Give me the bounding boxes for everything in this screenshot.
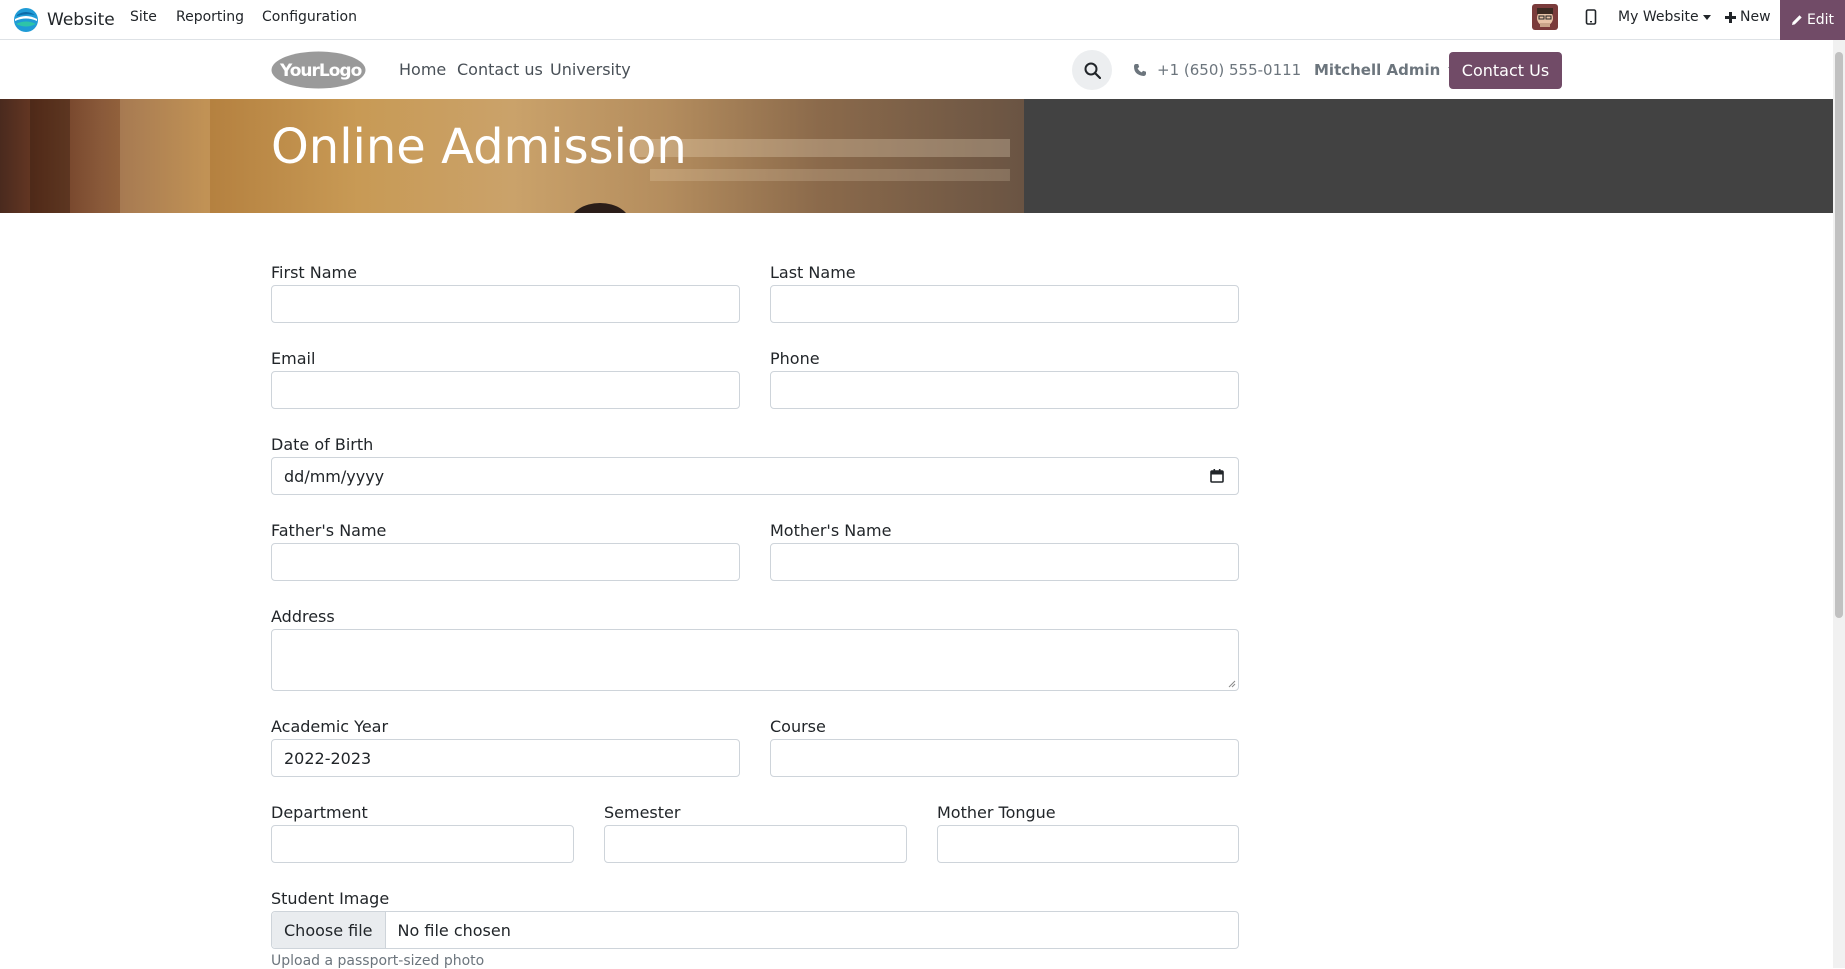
search-icon <box>1084 62 1101 79</box>
father-name-field[interactable] <box>271 543 740 581</box>
page-title: Online Admission <box>271 119 687 175</box>
admission-form: First Name Last Name Email Phone Date of… <box>0 213 1833 969</box>
email-field[interactable] <box>271 371 740 409</box>
user-name: Mitchell Admin <box>1314 60 1441 79</box>
academic-year-field[interactable]: 2022-2023 <box>271 739 740 777</box>
mobile-preview-button[interactable] <box>1585 0 1597 34</box>
course-field[interactable] <box>770 739 1239 777</box>
semester-label: Semester <box>604 803 681 822</box>
last-name-label: Last Name <box>770 263 856 282</box>
chevron-down-icon <box>1702 14 1711 20</box>
menu-site[interactable]: Site <box>130 0 157 34</box>
email-label: Email <box>271 349 316 368</box>
pencil-icon <box>1791 15 1802 25</box>
mother-name-label: Mother's Name <box>770 521 892 540</box>
nav-home[interactable]: Home <box>399 40 446 99</box>
phone-field[interactable] <box>770 371 1239 409</box>
scrollbar-thumb[interactable] <box>1835 52 1843 618</box>
admin-bar: Website Site Reporting Configuration My … <box>0 0 1845 40</box>
site-logo[interactable]: YourLogo <box>271 51 366 89</box>
address-field[interactable] <box>271 629 1239 691</box>
odoo-website-icon <box>14 8 38 32</box>
course-label: Course <box>770 717 826 736</box>
phone-number: +1 (650) 555-0111 <box>1157 60 1302 79</box>
app-brand[interactable]: Website <box>13 5 115 35</box>
website-selector-label: My Website <box>1618 9 1699 25</box>
menu-reporting[interactable]: Reporting <box>176 0 244 34</box>
address-label: Address <box>271 607 335 626</box>
avatar[interactable] <box>1532 0 1558 34</box>
scrollbar[interactable] <box>1833 40 1845 968</box>
phone-icon <box>1134 63 1146 76</box>
menu-configuration[interactable]: Configuration <box>262 0 357 34</box>
first-name-field[interactable] <box>271 285 740 323</box>
department-field[interactable] <box>271 825 574 863</box>
nav-contact-us[interactable]: Contact us <box>457 40 543 99</box>
department-label: Department <box>271 803 368 822</box>
dob-label: Date of Birth <box>271 435 374 454</box>
dob-field[interactable]: dd/mm/yyyy <box>271 457 1239 495</box>
avatar-image <box>1532 4 1558 30</box>
logo-text: YourLogo <box>279 61 362 81</box>
semester-field[interactable] <box>604 825 907 863</box>
new-button[interactable]: New <box>1725 0 1771 34</box>
dob-value: dd/mm/yyyy <box>284 466 385 486</box>
search-button[interactable] <box>1072 50 1112 90</box>
app-name: Website <box>47 10 115 30</box>
site-header: YourLogo Home Contact us University +1 (… <box>0 40 1833 99</box>
edit-label: Edit <box>1806 12 1835 28</box>
academic-year-label: Academic Year <box>271 717 389 736</box>
first-name-label: First Name <box>271 263 357 282</box>
new-label: New <box>1740 9 1771 25</box>
calendar-icon[interactable] <box>1210 469 1224 483</box>
mother-tongue-field[interactable] <box>937 825 1239 863</box>
mobile-icon <box>1585 9 1597 25</box>
header-phone[interactable]: +1 (650) 555-0111 <box>1133 40 1301 99</box>
user-menu[interactable]: Mitchell Admin <box>1314 40 1457 99</box>
choose-file-button[interactable]: Choose file <box>272 912 386 948</box>
student-image-help: Upload a passport-sized photo <box>271 953 485 969</box>
nav-university[interactable]: University <box>550 40 631 99</box>
student-image-field[interactable]: Choose file No file chosen <box>271 911 1239 949</box>
plus-icon <box>1725 11 1736 23</box>
resize-handle-icon[interactable] <box>1228 680 1236 688</box>
student-image-label: Student Image <box>271 889 390 908</box>
website-selector[interactable]: My Website <box>1618 0 1711 34</box>
contact-us-button[interactable]: Contact Us <box>1449 52 1562 89</box>
banner-dark-panel <box>1024 99 1833 213</box>
phone-label: Phone <box>770 349 820 368</box>
mother-name-field[interactable] <box>770 543 1239 581</box>
last-name-field[interactable] <box>770 285 1239 323</box>
edit-button[interactable]: Edit <box>1780 0 1845 40</box>
page-banner: Online Admission <box>0 99 1833 213</box>
file-status: No file chosen <box>397 920 511 940</box>
mother-tongue-label: Mother Tongue <box>937 803 1056 822</box>
father-name-label: Father's Name <box>271 521 387 540</box>
